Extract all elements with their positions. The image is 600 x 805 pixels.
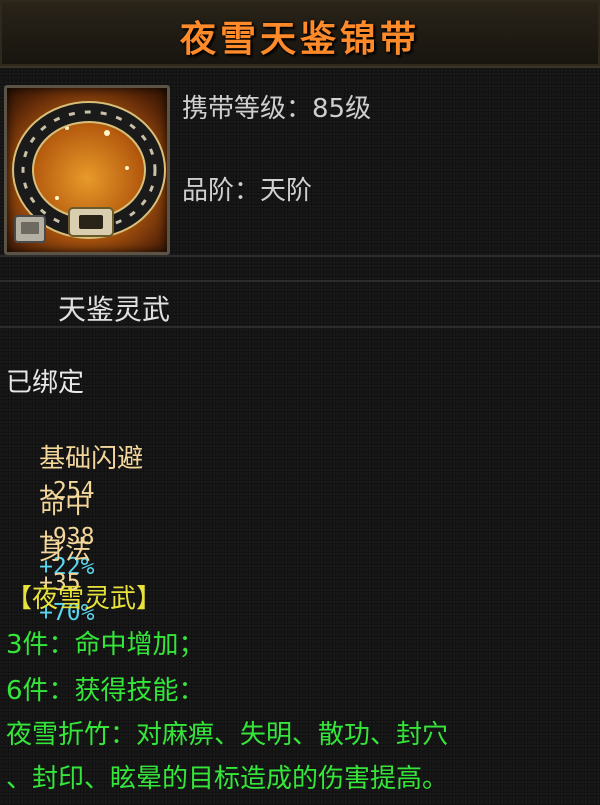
set-name: 【夜雪灵武】: [6, 584, 163, 614]
item-name: 夜雪天鉴锦带: [179, 18, 420, 60]
grade-label: 品阶：: [182, 176, 261, 206]
set-bonus-6: 6件：获得技能：: [6, 676, 205, 706]
item-tooltip: 夜雪天鉴锦带 携带等级：85级 品阶：天阶 天鉴灵武 已绑定 基础闪避 +254…: [0, 0, 600, 805]
set-skill-desc-1: 夜雪折竹：对麻痹、失明、散功、封穴: [6, 720, 449, 750]
set-skill-desc-2: 、封印、眩晕的目标造成的伤害提高。: [6, 764, 449, 794]
carry-level: 携带等级：85级: [182, 88, 371, 125]
belt-icon[interactable]: [4, 85, 170, 255]
set-bonus-3: 3件：命中增加；: [6, 630, 205, 660]
carry-level-label: 携带等级：: [182, 94, 313, 124]
belt-icon-graphic: [12, 101, 166, 243]
grade-value: 天阶: [260, 176, 313, 206]
series-name: 天鉴灵武: [58, 293, 171, 326]
series-bar: 天鉴灵武: [0, 280, 600, 328]
bind-status: 已绑定: [6, 368, 85, 398]
stat-name: 身法: [39, 536, 92, 566]
grade: 品阶：天阶: [182, 170, 312, 207]
carry-level-value: 85级: [312, 94, 372, 124]
title-bar: 夜雪天鉴锦带: [0, 0, 600, 68]
